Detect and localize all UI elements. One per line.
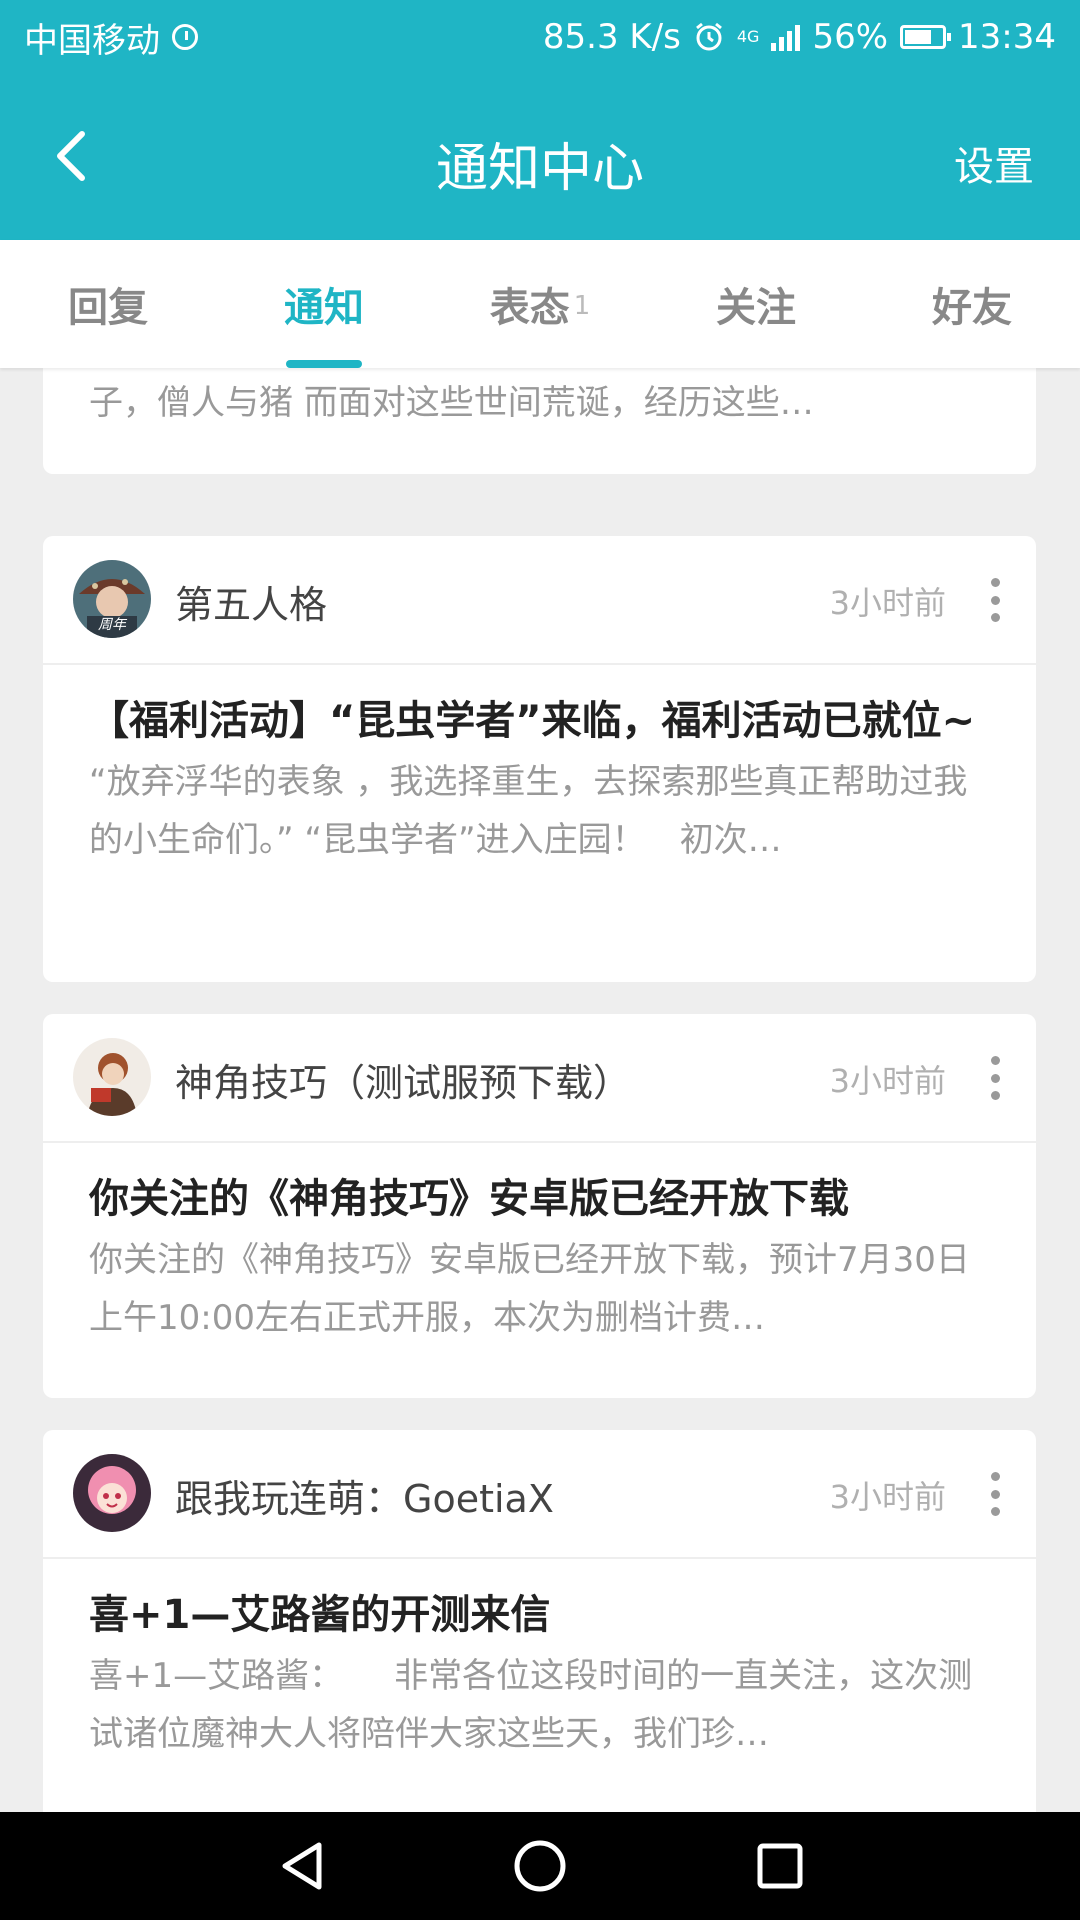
app-bar: 通知中心 设置 (0, 74, 1080, 240)
tab-following[interactable]: 关注 (648, 240, 864, 368)
battery-percent: 56% (812, 17, 889, 57)
notification-card[interactable]: 周年 第五人格 3小时前 【福利活动】“昆虫学者”来临，福利活动已就位~ “放弃… (43, 536, 1036, 982)
status-bar: 中国移动 85.3 K/s 4G 56% 13:34 (0, 0, 1080, 74)
tab-reactions[interactable]: 表态 1 (432, 240, 648, 368)
tab-label: 关注 (716, 285, 796, 331)
carrier-label: 中国移动 (24, 20, 160, 61)
avatar[interactable] (73, 1038, 151, 1116)
timer-icon (172, 24, 198, 50)
notification-excerpt: 长安夜萌，你却孤身向西 这次你的身后少了些白马 和猴子，僧人与猪 而面对这些世间… (89, 383, 814, 423)
notification-excerpt: 喜+1—艾路酱： 非常各位这段时间的一直关注，这次测试诸位魔神大人将陪伴大家这些… (89, 1656, 973, 1754)
more-options-icon[interactable] (990, 1056, 1000, 1100)
active-tab-indicator (286, 360, 362, 368)
more-options-icon[interactable] (990, 1472, 1000, 1516)
more-options-icon[interactable] (990, 578, 1000, 622)
notification-headline: 你关注的《神角技巧》安卓版已经开放下载 (89, 1176, 849, 1222)
notification-excerpt: 你关注的《神角技巧》安卓版已经开放下载，预计7月30日上午10:00左右正式开服… (89, 1240, 970, 1338)
timestamp: 3小时前 (829, 1478, 946, 1516)
notification-card[interactable]: 跟我玩连萌：GoetiaX 3小时前 喜+1—艾路酱的开测来信 喜+1—艾路酱：… (43, 1430, 1036, 1812)
network-speed: 85.3 K/s (542, 17, 681, 57)
tab-notifications[interactable]: 通知 (216, 240, 432, 368)
tab-label: 表态 (489, 285, 570, 331)
nav-recents-button[interactable] (748, 1834, 812, 1898)
circle-home-icon (514, 1840, 566, 1892)
notification-headline: 【福利活动】“昆虫学者”来临，福利活动已就位~ (89, 698, 976, 744)
tab-bar: 回复 通知 表态 1 关注 好友 (0, 240, 1080, 368)
avatar-label: 周年 (98, 617, 126, 633)
tab-label: 好友 (932, 285, 1012, 331)
signal-icon (771, 23, 801, 51)
square-recents-icon (757, 1843, 803, 1889)
avatar-image (73, 1454, 151, 1532)
timestamp: 3小时前 (829, 584, 946, 622)
nav-back-button[interactable] (270, 1834, 334, 1898)
card-header: 神角技巧（测试服预下载） 3小时前 (43, 1014, 1036, 1143)
card-header: 跟我玩连萌：GoetiaX 3小时前 (43, 1430, 1036, 1559)
status-left: 中国移动 (24, 13, 198, 62)
clock-time: 13:34 (958, 17, 1056, 57)
battery-icon (900, 25, 952, 49)
status-right: 85.3 K/s 4G 56% 13:34 (543, 17, 1056, 57)
notification-excerpt: “放弃浮华的表象 ，我选择重生，去探索那些真正帮助过我的小生命们。” “昆虫学者… (89, 762, 968, 860)
notification-list[interactable]: 长安夜萌，你却孤身向西 这次你的身后少了些白马 和猴子，僧人与猪 而面对这些世间… (0, 368, 1080, 1812)
alarm-icon (695, 22, 722, 51)
sender-name[interactable]: 神角技巧（测试服预下载） (175, 1052, 631, 1107)
nav-home-button[interactable] (508, 1834, 572, 1898)
network-type: 4G (736, 27, 760, 46)
tab-label: 通知 (284, 285, 364, 331)
settings-button[interactable]: 设置 (954, 134, 1034, 192)
tab-badge: 1 (573, 291, 591, 321)
triangle-back-icon (282, 1842, 322, 1890)
tab-label: 回复 (68, 285, 148, 331)
notification-card[interactable]: 神角技巧（测试服预下载） 3小时前 你关注的《神角技巧》安卓版已经开放下载 你关… (43, 1014, 1036, 1398)
card-header: 周年 第五人格 3小时前 (43, 536, 1036, 665)
avatar[interactable] (73, 1454, 151, 1532)
timestamp: 3小时前 (829, 1062, 946, 1100)
system-nav-bar (0, 1812, 1080, 1920)
avatar[interactable]: 周年 (73, 560, 151, 638)
sender-name[interactable]: 跟我玩连萌：GoetiaX (175, 1468, 554, 1523)
notification-card[interactable]: 长安夜萌，你却孤身向西 这次你的身后少了些白马 和猴子，僧人与猪 而面对这些世间… (43, 368, 1036, 474)
tab-friends[interactable]: 好友 (864, 240, 1080, 368)
tab-reply[interactable]: 回复 (0, 240, 216, 368)
notification-headline: 喜+1—艾路酱的开测来信 (89, 1592, 551, 1638)
avatar-image (73, 1038, 151, 1116)
page-title: 通知中心 (435, 139, 644, 199)
sender-name[interactable]: 第五人格 (175, 574, 327, 629)
